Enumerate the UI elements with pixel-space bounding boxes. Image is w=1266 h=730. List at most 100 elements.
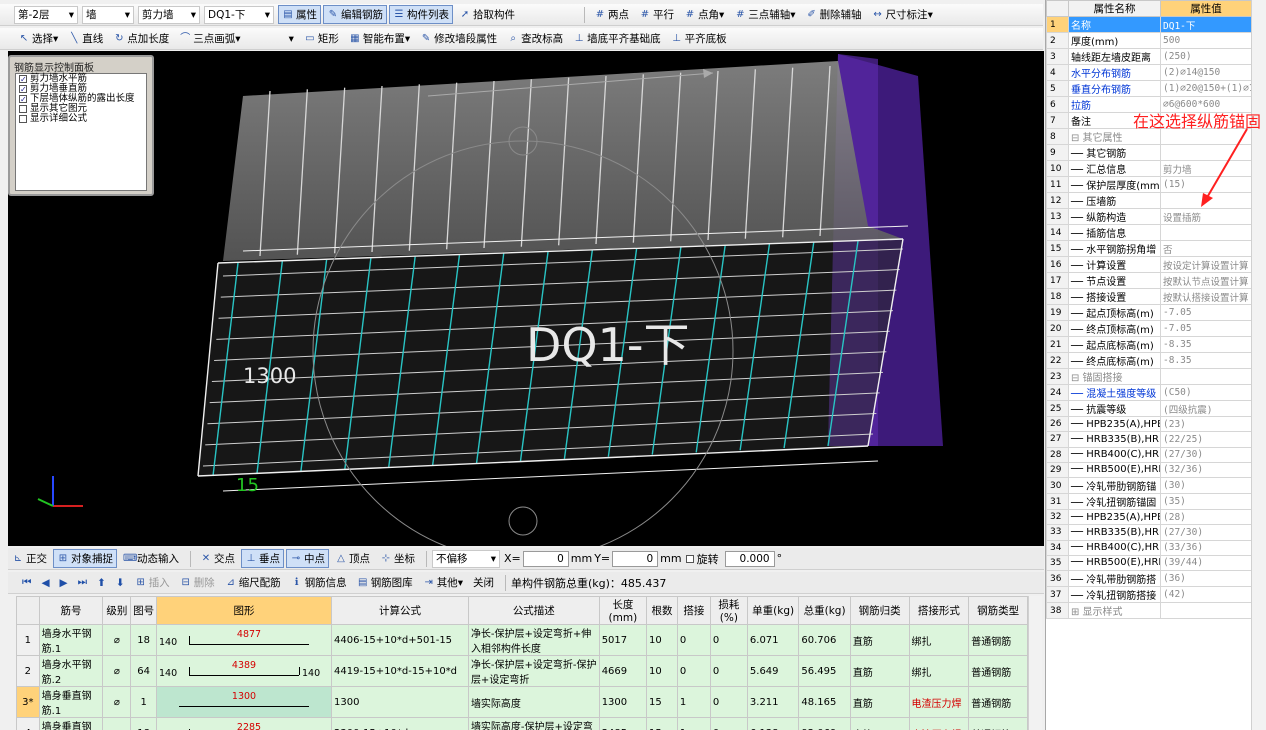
ortho-button[interactable]: ⊾ 正交: [8, 549, 51, 568]
cell-name[interactable]: 墙身水平钢筋.2: [38, 655, 104, 687]
insert-button[interactable]: ⊞ 插入: [131, 573, 174, 592]
midpoint-button[interactable]: ⊸ 中点: [286, 549, 329, 568]
type-select[interactable]: 墙 ▾: [82, 5, 134, 24]
property-row[interactable]: 23 ⊟ 锚固搭接: [1046, 368, 1252, 385]
cell-lapform[interactable]: 电渣压力焊: [908, 717, 970, 730]
coordinate-button[interactable]: ⊹ 坐标: [376, 549, 419, 568]
point-length-button[interactable]: ↻ 点加长度: [109, 29, 173, 48]
delete-button[interactable]: ⊟ 删除: [176, 573, 219, 592]
grid-header-cell[interactable]: 损耗(%): [709, 596, 748, 625]
grid-header-cell[interactable]: 根数: [646, 596, 678, 625]
property-value[interactable]: -7.05: [1160, 320, 1252, 337]
property-value[interactable]: [1160, 224, 1252, 241]
cell-formula[interactable]: 2300-15+10*d: [331, 717, 469, 730]
move-up-icon[interactable]: ⬆: [93, 573, 110, 592]
property-row[interactable]: 26 ── HPB235(A),HPB3 (23): [1046, 415, 1252, 433]
cell-loss[interactable]: 0: [709, 624, 748, 656]
cell-formula[interactable]: 1300: [331, 686, 469, 718]
smart-layout-button[interactable]: ▦ 智能布置 ▾: [345, 29, 414, 48]
row-index[interactable]: 3*: [16, 686, 40, 718]
property-row[interactable]: 20 ── 终点顶标高(m) -7.05: [1046, 320, 1252, 337]
table-row[interactable]: 2 墙身水平钢筋.2 ⌀ 64 4389 140 140 4419-15+10*d-15+10…: [16, 655, 1028, 687]
align-slab-button[interactable]: ⊥ 平齐底板: [667, 29, 731, 48]
pick-component-button[interactable]: ➚ 拾取构件: [455, 5, 519, 24]
cell-fig[interactable]: 18: [130, 717, 157, 730]
delete-axis-button[interactable]: ✐ 删除辅轴: [802, 5, 866, 24]
cell-desc[interactable]: 净长-保护层+设定弯折+伸入相邻构件长度: [467, 624, 600, 656]
object-snap-button[interactable]: ⊞ 对象捕捉: [53, 549, 117, 568]
property-row[interactable]: 21 ── 起点底标高(m) -8.35: [1046, 336, 1252, 353]
cell-desc[interactable]: 净长-保护层+设定弯折-保护层+设定弯折: [467, 655, 600, 687]
cell-unit[interactable]: 5.649: [746, 655, 800, 687]
grid-header-cell[interactable]: 图号: [130, 596, 157, 625]
grid-header-cell[interactable]: 筋号: [38, 596, 104, 625]
property-value[interactable]: (36): [1160, 570, 1252, 587]
property-row[interactable]: 22 ── 终点底标高(m) -8.35: [1046, 352, 1252, 369]
grid-header-cell[interactable]: 钢筋类型: [968, 596, 1028, 625]
close-button[interactable]: 关闭: [469, 573, 498, 592]
grid-header-cell[interactable]: 钢筋归类: [849, 596, 910, 625]
rect-button[interactable]: ▭ 矩形: [300, 29, 343, 48]
cell-name[interactable]: 墙身垂直钢筋.2: [38, 717, 104, 730]
property-value[interactable]: (33/36): [1160, 539, 1252, 556]
arc-button[interactable]: ⌒ 三点画弧 ▾: [175, 29, 244, 48]
cell-total[interactable]: 56.495: [798, 655, 851, 687]
cell-total[interactable]: 92.069: [798, 717, 851, 730]
cell-lapform[interactable]: 绑扎: [908, 624, 970, 656]
cell-grade[interactable]: ⌀: [102, 624, 132, 656]
cell-cls[interactable]: 直筋: [849, 624, 910, 656]
row-index[interactable]: 2: [16, 655, 40, 687]
intersection-button[interactable]: ✕ 交点: [196, 549, 239, 568]
cell-total[interactable]: 48.165: [798, 686, 851, 718]
property-row[interactable]: 4 水平分布钢筋 (2)⌀14@150: [1046, 64, 1252, 81]
property-value[interactable]: 500: [1160, 32, 1252, 49]
dynamic-input-button[interactable]: ⌨ 动态输入: [119, 549, 183, 568]
table-row[interactable]: 1 墙身水平钢筋.1 ⌀ 18 4877 140 4406-15+10*d+501-15 净长…: [16, 624, 1028, 656]
property-row[interactable]: 25 ── 抗震等级 (四级抗震): [1046, 400, 1252, 417]
x-input[interactable]: 0: [522, 550, 569, 567]
grid-header-cell[interactable]: 长度(mm): [598, 596, 648, 625]
cell-fig[interactable]: 1: [130, 686, 157, 718]
row-index[interactable]: 4: [16, 717, 40, 730]
property-value[interactable]: (35): [1160, 493, 1252, 510]
property-row[interactable]: 38 ⊞ 显示样式: [1046, 602, 1252, 619]
arc-dropdown[interactable]: ▾: [285, 29, 298, 48]
property-value[interactable]: (42): [1160, 586, 1252, 603]
rebar-info-button[interactable]: ℹ 钢筋信息: [287, 573, 351, 592]
two-points-button[interactable]: # 两点: [590, 5, 633, 24]
checkbox[interactable]: ✓: [19, 95, 27, 104]
property-row[interactable]: 5 垂直分布钢筋 (1)⌀20@150+(1)⌀1: [1046, 80, 1252, 97]
table-row[interactable]: 4墙身垂直钢筋.2⌀1822852002300-15+10*d墙实际高度-保护层…: [16, 717, 1028, 730]
cell-len[interactable]: 5017: [598, 624, 648, 656]
checkbox[interactable]: ✓: [19, 85, 27, 94]
orbit-handle-bottom[interactable]: [508, 506, 538, 536]
cell-grade[interactable]: ⌀: [102, 717, 132, 730]
vertex-button[interactable]: △ 顶点: [331, 549, 374, 568]
property-row[interactable]: 24 ── 混凝土强度等级 (C50): [1046, 384, 1252, 401]
cell-formula[interactable]: 4406-15+10*d+501-15: [331, 624, 469, 656]
grid-header-cell[interactable]: 公式描述: [467, 596, 600, 625]
prev-record-icon[interactable]: ◀: [37, 573, 53, 592]
property-row[interactable]: 36 ── 冷轧带肋钢筋搭 (36): [1046, 570, 1252, 587]
dimension-button[interactable]: ↔ 尺寸标注 ▾: [868, 5, 937, 24]
cell-desc[interactable]: 墙实际高度: [467, 686, 600, 718]
cell-count[interactable]: 10: [646, 624, 678, 656]
edit-rebar-button[interactable]: ✎ 编辑钢筋: [323, 5, 387, 24]
cell-len[interactable]: 2485: [598, 717, 648, 730]
select-button[interactable]: ↖ 选择 ▾: [14, 29, 62, 48]
property-value[interactable]: (250): [1160, 48, 1252, 65]
grid-header-cell[interactable]: 搭接形式: [908, 596, 970, 625]
property-value[interactable]: (23): [1160, 415, 1252, 433]
cell-total[interactable]: 60.706: [798, 624, 851, 656]
property-row[interactable]: 31 ── 冷轧扭钢筋锚固 (35): [1046, 493, 1252, 510]
cell-grade[interactable]: ⌀: [102, 655, 132, 687]
shape-cell[interactable]: 4389 140 140: [155, 655, 333, 687]
cell-lap[interactable]: 1: [676, 717, 711, 730]
property-row[interactable]: 18 ── 搭接设置 按默认搭接设置计算: [1046, 288, 1252, 305]
property-row[interactable]: 30 ── 冷轧带肋钢筋锚 (30): [1046, 477, 1252, 494]
cell-lapform[interactable]: 电渣压力焊: [908, 686, 970, 718]
view-elevation-button[interactable]: ⌕ 查改标高: [503, 29, 567, 48]
other-button[interactable]: ⇥ 其他 ▾: [419, 573, 467, 592]
property-value[interactable]: (C50): [1160, 384, 1252, 401]
property-value[interactable]: ⌀6@600*600: [1160, 96, 1252, 113]
